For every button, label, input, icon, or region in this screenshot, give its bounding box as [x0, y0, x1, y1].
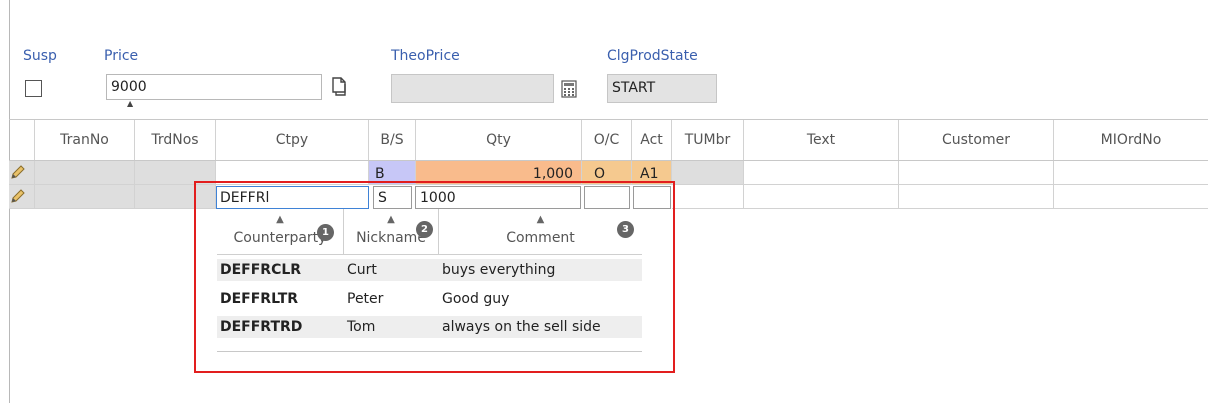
clg-prod-state-field: START [607, 74, 717, 103]
cell-text[interactable] [744, 161, 899, 185]
cell-miordno[interactable] [1054, 185, 1208, 209]
col-header-oc[interactable]: O/C [582, 120, 632, 161]
row-indicator-header [9, 120, 35, 161]
copy-icon[interactable] [330, 77, 348, 97]
price-input[interactable]: 9000 [106, 74, 322, 100]
susp-label: Susp [23, 48, 57, 64]
cell-tumbr[interactable] [672, 161, 744, 185]
col-header-text[interactable]: Text [744, 120, 899, 161]
cell-text[interactable] [744, 185, 899, 209]
theo-price-input [391, 74, 554, 103]
col-header-tumbr[interactable]: TUMbr [672, 120, 744, 161]
pencil-icon [10, 188, 28, 206]
theo-price-label: TheoPrice [391, 48, 460, 64]
col-header-bs[interactable]: B/S [369, 120, 416, 161]
cell-customer[interactable] [899, 161, 1054, 185]
calculator-icon[interactable] [561, 80, 577, 98]
col-header-act[interactable]: Act [632, 120, 672, 161]
cell-tranno[interactable] [35, 185, 135, 209]
col-header-qty[interactable]: Qty [416, 120, 582, 161]
cell-tumbr[interactable] [672, 185, 744, 209]
cell-customer[interactable] [899, 185, 1054, 209]
col-header-customer[interactable]: Customer [899, 120, 1054, 161]
susp-checkbox[interactable] [25, 80, 42, 97]
pencil-icon [10, 164, 28, 182]
price-label: Price [104, 48, 139, 64]
highlight-frame [194, 181, 675, 373]
col-header-ctpy[interactable]: Ctpy [216, 120, 369, 161]
clg-prod-state-label: ClgProdState [607, 48, 698, 64]
col-header-trdnos[interactable]: TrdNos [135, 120, 216, 161]
cell-tranno[interactable] [35, 161, 135, 185]
col-header-miordno[interactable]: MIOrdNo [1054, 120, 1208, 161]
col-header-tranno[interactable]: TranNo [35, 120, 135, 161]
cell-miordno[interactable] [1054, 161, 1208, 185]
caret-icon: ▲ [127, 99, 134, 108]
